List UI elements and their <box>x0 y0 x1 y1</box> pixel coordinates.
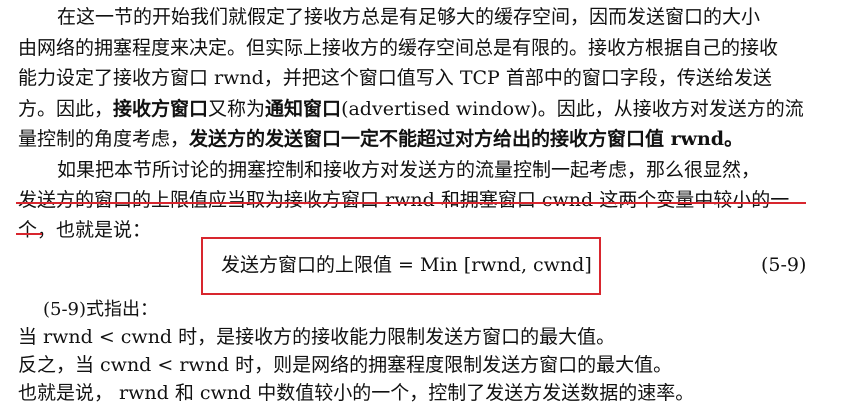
text-line: 也就是说， rwnd 和 cwnd 中数值较小的一个，控制了发送方发送数据的速率… <box>18 382 695 404</box>
text-line: (5-9)式指出： <box>43 299 159 320</box>
formula: 发送方窗口的上限值 = Min [rwnd, cwnd] <box>221 254 592 276</box>
text-line: 如果把本节所讨论的拥塞控制和接收方对发送方的流量控制一起考虑，那么很显然， <box>57 159 761 181</box>
text-line: 能力设定了接收方窗口 rwnd，并把这个窗口值写入 TCP 首部中的窗口字段，传… <box>18 67 772 89</box>
text-segment: (advertised window)。因此，从接收方对发送方的流 <box>341 98 804 120</box>
bold-statement: 发送方的发送窗口一定不能超过对方给出的接收方窗口值 rwnd。 <box>189 128 744 150</box>
text-line: 量控制的角度考虑，发送方的发送窗口一定不能超过对方给出的接收方窗口值 rwnd。 <box>18 124 743 154</box>
red-underline <box>16 233 42 235</box>
text-segment: ，也就是说： <box>37 219 152 241</box>
text-segment: 个 <box>18 219 38 241</box>
text-line: 由网络的拥塞程度来决定。但实际上接收方的缓存空间总是有限的。接收方根据自己的接收 <box>18 37 779 59</box>
text-line: 当 rwnd < cwnd 时，是接收方的接收能力限制发送方窗口的最大值。 <box>18 326 616 348</box>
text-line: 反之，当 cwnd < rwnd 时，则是网络的拥塞程度限制发送方窗口的最大值。 <box>18 354 673 376</box>
bold-term: 接收方窗口 <box>113 98 209 120</box>
text-line: 方。因此，接收方窗口又称为通知窗口(advertised window)。因此，… <box>18 94 804 124</box>
text-segment: 量控制的角度考虑， <box>18 128 190 150</box>
bold-term: 通知窗口 <box>265 98 342 120</box>
text-line: 在这一节的开始我们就假定了接收方总是有足够大的缓存空间，因而发送窗口的大小 <box>57 6 761 28</box>
text-line: 发送方的窗口的上限值应当取为接收方窗口 rwnd 和拥塞窗口 cwnd 这两个变… <box>18 189 790 211</box>
text-segment: 方。因此， <box>18 98 114 120</box>
equation-number: (5-9) <box>761 254 807 276</box>
red-underline <box>16 202 806 204</box>
text-segment: 又称为 <box>208 98 266 120</box>
text-line: 个，也就是说： <box>18 215 151 245</box>
